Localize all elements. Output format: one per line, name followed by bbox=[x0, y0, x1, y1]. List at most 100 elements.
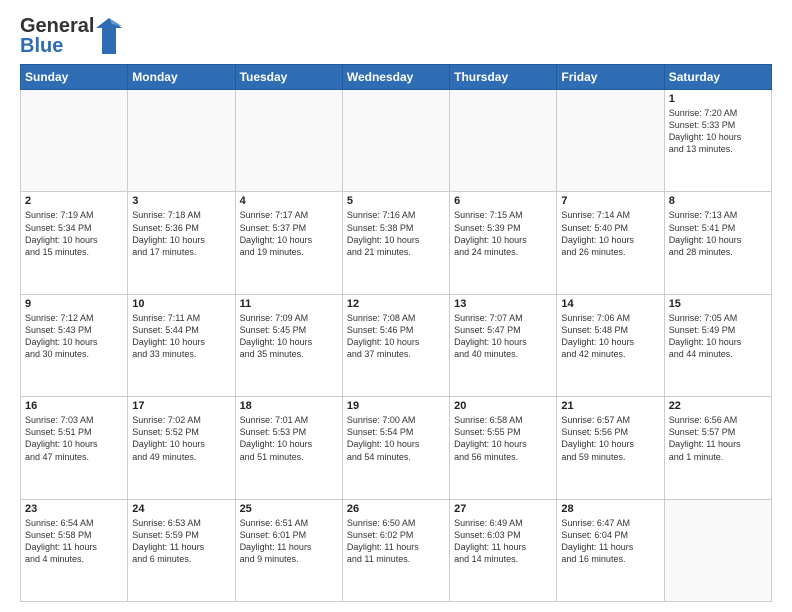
header: GeneralBlue bbox=[20, 16, 772, 56]
day-info: Sunrise: 6:51 AM Sunset: 6:01 PM Dayligh… bbox=[240, 517, 338, 566]
weekday-header-sunday: Sunday bbox=[21, 65, 128, 90]
calendar-week-2: 9 Sunrise: 7:12 AM Sunset: 5:43 PM Daylig… bbox=[21, 294, 772, 396]
day-number: 14 bbox=[561, 298, 659, 310]
calendar-cell bbox=[557, 90, 664, 192]
calendar-cell: 28 Sunrise: 6:47 AM Sunset: 6:04 PM Dayli… bbox=[557, 499, 664, 601]
calendar-cell: 16 Sunrise: 7:03 AM Sunset: 5:51 PM Dayli… bbox=[21, 397, 128, 499]
day-info: Sunrise: 7:12 AM Sunset: 5:43 PM Dayligh… bbox=[25, 312, 123, 361]
day-number: 20 bbox=[454, 400, 552, 412]
calendar-cell: 18 Sunrise: 7:01 AM Sunset: 5:53 PM Dayli… bbox=[235, 397, 342, 499]
day-number: 27 bbox=[454, 503, 552, 515]
calendar-week-4: 23Sunrise: 6:54 AM Sunset: 5:58 PM Dayli… bbox=[21, 499, 772, 601]
day-number: 26 bbox=[347, 503, 445, 515]
day-number: 22 bbox=[669, 400, 767, 412]
day-info: Sunrise: 6:49 AM Sunset: 6:03 PM Dayligh… bbox=[454, 517, 552, 566]
weekday-header-thursday: Thursday bbox=[450, 65, 557, 90]
calendar-cell: 6Sunrise: 7:15 AM Sunset: 5:39 PM Daylig… bbox=[450, 192, 557, 294]
calendar-cell: 3 Sunrise: 7:18 AM Sunset: 5:36 PM Daylig… bbox=[128, 192, 235, 294]
day-number: 9 bbox=[25, 298, 123, 310]
day-number: 15 bbox=[669, 298, 767, 310]
day-info: Sunrise: 7:05 AM Sunset: 5:49 PM Dayligh… bbox=[669, 312, 767, 361]
day-info: Sunrise: 7:13 AM Sunset: 5:41 PM Dayligh… bbox=[669, 209, 767, 258]
weekday-header-row: SundayMondayTuesdayWednesdayThursdayFrid… bbox=[21, 65, 772, 90]
weekday-header-friday: Friday bbox=[557, 65, 664, 90]
logo-bird-icon bbox=[94, 16, 124, 56]
calendar-cell: 10 Sunrise: 7:11 AM Sunset: 5:44 PM Dayli… bbox=[128, 294, 235, 396]
calendar-cell: 9 Sunrise: 7:12 AM Sunset: 5:43 PM Daylig… bbox=[21, 294, 128, 396]
day-info: Sunrise: 7:15 AM Sunset: 5:39 PM Dayligh… bbox=[454, 209, 552, 258]
day-info: Sunrise: 6:47 AM Sunset: 6:04 PM Dayligh… bbox=[561, 517, 659, 566]
day-info: Sunrise: 7:19 AM Sunset: 5:34 PM Dayligh… bbox=[25, 209, 123, 258]
calendar-cell bbox=[235, 90, 342, 192]
day-number: 18 bbox=[240, 400, 338, 412]
calendar-cell: 1 Sunrise: 7:20 AM Sunset: 5:33 PM Daylig… bbox=[664, 90, 771, 192]
day-number: 2 bbox=[25, 195, 123, 207]
day-info: Sunrise: 7:14 AM Sunset: 5:40 PM Dayligh… bbox=[561, 209, 659, 258]
calendar-cell: 25 Sunrise: 6:51 AM Sunset: 6:01 PM Dayli… bbox=[235, 499, 342, 601]
day-info: Sunrise: 7:16 AM Sunset: 5:38 PM Dayligh… bbox=[347, 209, 445, 258]
day-info: Sunrise: 6:53 AM Sunset: 5:59 PM Dayligh… bbox=[132, 517, 230, 566]
calendar-cell bbox=[128, 90, 235, 192]
logo-text: GeneralBlue bbox=[20, 16, 94, 56]
calendar-cell bbox=[342, 90, 449, 192]
day-info: Sunrise: 7:11 AM Sunset: 5:44 PM Dayligh… bbox=[132, 312, 230, 361]
day-info: Sunrise: 7:07 AM Sunset: 5:47 PM Dayligh… bbox=[454, 312, 552, 361]
calendar-table: SundayMondayTuesdayWednesdayThursdayFrid… bbox=[20, 64, 772, 602]
day-number: 28 bbox=[561, 503, 659, 515]
calendar-cell: 22 Sunrise: 6:56 AM Sunset: 5:57 PM Dayli… bbox=[664, 397, 771, 499]
logo: GeneralBlue bbox=[20, 16, 124, 56]
day-number: 5 bbox=[347, 195, 445, 207]
day-number: 8 bbox=[669, 195, 767, 207]
calendar-cell: 2 Sunrise: 7:19 AM Sunset: 5:34 PM Daylig… bbox=[21, 192, 128, 294]
day-info: Sunrise: 7:18 AM Sunset: 5:36 PM Dayligh… bbox=[132, 209, 230, 258]
calendar-cell: 7 Sunrise: 7:14 AM Sunset: 5:40 PM Daylig… bbox=[557, 192, 664, 294]
calendar-cell: 19Sunrise: 7:00 AM Sunset: 5:54 PM Dayli… bbox=[342, 397, 449, 499]
weekday-header-tuesday: Tuesday bbox=[235, 65, 342, 90]
weekday-header-wednesday: Wednesday bbox=[342, 65, 449, 90]
day-info: Sunrise: 7:09 AM Sunset: 5:45 PM Dayligh… bbox=[240, 312, 338, 361]
day-info: Sunrise: 7:02 AM Sunset: 5:52 PM Dayligh… bbox=[132, 414, 230, 463]
calendar-cell: 17 Sunrise: 7:02 AM Sunset: 5:52 PM Dayli… bbox=[128, 397, 235, 499]
calendar-cell bbox=[664, 499, 771, 601]
day-info: Sunrise: 7:20 AM Sunset: 5:33 PM Dayligh… bbox=[669, 107, 767, 156]
calendar-cell: 14Sunrise: 7:06 AM Sunset: 5:48 PM Dayli… bbox=[557, 294, 664, 396]
weekday-header-monday: Monday bbox=[128, 65, 235, 90]
day-info: Sunrise: 7:03 AM Sunset: 5:51 PM Dayligh… bbox=[25, 414, 123, 463]
calendar-body: 1 Sunrise: 7:20 AM Sunset: 5:33 PM Daylig… bbox=[21, 90, 772, 602]
calendar-week-1: 2 Sunrise: 7:19 AM Sunset: 5:34 PM Daylig… bbox=[21, 192, 772, 294]
day-number: 16 bbox=[25, 400, 123, 412]
day-info: Sunrise: 7:08 AM Sunset: 5:46 PM Dayligh… bbox=[347, 312, 445, 361]
day-info: Sunrise: 6:50 AM Sunset: 6:02 PM Dayligh… bbox=[347, 517, 445, 566]
day-number: 1 bbox=[669, 93, 767, 105]
calendar-week-3: 16 Sunrise: 7:03 AM Sunset: 5:51 PM Dayli… bbox=[21, 397, 772, 499]
day-number: 10 bbox=[132, 298, 230, 310]
calendar-cell: 4 Sunrise: 7:17 AM Sunset: 5:37 PM Daylig… bbox=[235, 192, 342, 294]
day-info: Sunrise: 6:58 AM Sunset: 5:55 PM Dayligh… bbox=[454, 414, 552, 463]
page: GeneralBlue SundayMondayTuesdayWednesday… bbox=[0, 0, 792, 612]
day-number: 7 bbox=[561, 195, 659, 207]
calendar-cell: 5 Sunrise: 7:16 AM Sunset: 5:38 PM Daylig… bbox=[342, 192, 449, 294]
day-number: 25 bbox=[240, 503, 338, 515]
calendar-cell: 27 Sunrise: 6:49 AM Sunset: 6:03 PM Dayli… bbox=[450, 499, 557, 601]
calendar-cell: 8 Sunrise: 7:13 AM Sunset: 5:41 PM Daylig… bbox=[664, 192, 771, 294]
calendar-week-0: 1 Sunrise: 7:20 AM Sunset: 5:33 PM Daylig… bbox=[21, 90, 772, 192]
day-number: 11 bbox=[240, 298, 338, 310]
day-info: Sunrise: 7:01 AM Sunset: 5:53 PM Dayligh… bbox=[240, 414, 338, 463]
calendar-cell: 11 Sunrise: 7:09 AM Sunset: 5:45 PM Dayli… bbox=[235, 294, 342, 396]
day-number: 13 bbox=[454, 298, 552, 310]
day-info: Sunrise: 6:56 AM Sunset: 5:57 PM Dayligh… bbox=[669, 414, 767, 463]
calendar-cell: 26 Sunrise: 6:50 AM Sunset: 6:02 PM Dayli… bbox=[342, 499, 449, 601]
calendar-cell: 24 Sunrise: 6:53 AM Sunset: 5:59 PM Dayli… bbox=[128, 499, 235, 601]
day-number: 4 bbox=[240, 195, 338, 207]
calendar-cell: 20 Sunrise: 6:58 AM Sunset: 5:55 PM Dayli… bbox=[450, 397, 557, 499]
calendar-cell bbox=[450, 90, 557, 192]
day-info: Sunrise: 7:17 AM Sunset: 5:37 PM Dayligh… bbox=[240, 209, 338, 258]
day-number: 3 bbox=[132, 195, 230, 207]
weekday-header-saturday: Saturday bbox=[664, 65, 771, 90]
day-number: 24 bbox=[132, 503, 230, 515]
day-number: 23 bbox=[25, 503, 123, 515]
calendar-cell: 13 Sunrise: 7:07 AM Sunset: 5:47 PM Dayli… bbox=[450, 294, 557, 396]
day-number: 21 bbox=[561, 400, 659, 412]
day-number: 17 bbox=[132, 400, 230, 412]
day-info: Sunrise: 7:00 AM Sunset: 5:54 PM Dayligh… bbox=[347, 414, 445, 463]
